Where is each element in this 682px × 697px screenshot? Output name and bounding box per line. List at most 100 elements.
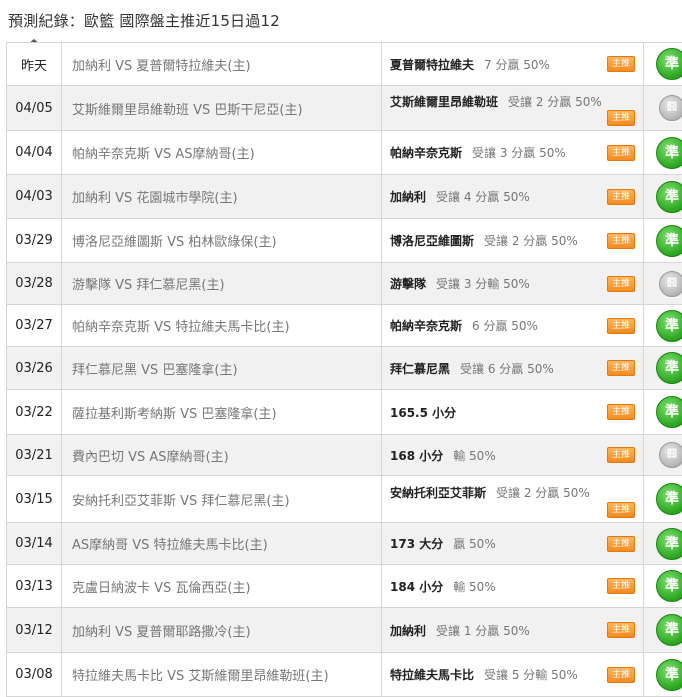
pick-line: 安納托利亞艾菲斯受讓 2 分贏 50% [390, 484, 643, 501]
result-win-icon: 準 [656, 614, 682, 646]
table-row[interactable]: 04/03加納利 VS 花園城市學院(主)加納利受讓 4 分贏 50%主推準 [7, 175, 682, 219]
row-pick: 加納利受讓 1 分贏 50%主推 [382, 608, 644, 653]
main-pick-badge: 主推 [607, 276, 635, 292]
table-row[interactable]: 03/28游擊隊 VS 拜仁慕尼黑(主)游擊隊受讓 3 分輸 50%主推囧 [7, 263, 682, 305]
pick-line: 165.5 小分 [390, 404, 643, 421]
row-date: 03/22 [7, 390, 62, 435]
pick-team: 184 小分 [390, 578, 443, 595]
result-win-icon: 準 [656, 181, 682, 213]
pick-team: 加納利 [390, 188, 426, 205]
result-lose-icon: 囧 [659, 95, 682, 121]
row-date: 04/03 [7, 175, 62, 219]
row-match[interactable]: 安納托利亞艾菲斯 VS 拜仁慕尼黑(主) [62, 476, 382, 523]
row-result: 準 [644, 175, 682, 219]
row-result: 囧 [644, 86, 682, 131]
row-date: 03/27 [7, 305, 62, 347]
pick-detail: 贏 50% [453, 535, 496, 552]
pick-line: 特拉維夫馬卡比受讓 5 分輸 50% [390, 666, 643, 683]
pick-team: 帕納辛奈克斯 [390, 144, 462, 161]
table-row[interactable]: 03/21費內巴切 VS AS摩納哥(主)168 小分輸 50%主推囧 [7, 435, 682, 476]
pick-detail: 輸 50% [453, 447, 496, 464]
table-row[interactable]: 03/22薩拉基利斯考納斯 VS 巴塞隆拿(主)165.5 小分主推準 [7, 390, 682, 435]
row-pick: 安納托利亞艾菲斯受讓 2 分贏 50%主推 [382, 476, 644, 523]
main-pick-badge: 主推 [607, 360, 635, 376]
table-row[interactable]: 03/08特拉維夫馬卡比 VS 艾斯維爾里昂維勒班(主)特拉維夫馬卡比受讓 5 … [7, 653, 682, 697]
row-date: 03/12 [7, 608, 62, 653]
table-row[interactable]: 03/12加納利 VS 夏普爾耶路撒冷(主)加納利受讓 1 分贏 50%主推準 [7, 608, 682, 653]
main-pick-badge: 主推 [607, 404, 635, 420]
row-date: 04/05 [7, 86, 62, 131]
main-pick-badge: 主推 [607, 189, 635, 205]
pick-team: 特拉維夫馬卡比 [390, 666, 474, 683]
row-match[interactable]: 加納利 VS 花園城市學院(主) [62, 175, 382, 219]
row-pick: 帕納辛奈克斯6 分贏 50%主推 [382, 305, 644, 347]
row-pick: 165.5 小分主推 [382, 390, 644, 435]
table-row[interactable]: 昨天加納利 VS 夏普爾特拉維夫(主)夏普爾特拉維夫7 分贏 50%主推準 [7, 43, 682, 86]
row-result: 準 [644, 653, 682, 697]
row-match[interactable]: 游擊隊 VS 拜仁慕尼黑(主) [62, 263, 382, 305]
pick-team: 安納托利亞艾菲斯 [390, 484, 486, 501]
pick-team: 艾斯維爾里昂維勒班 [390, 93, 498, 110]
pick-line: 168 小分輸 50% [390, 447, 643, 464]
row-date: 03/13 [7, 565, 62, 608]
row-pick: 拜仁慕尼黑受讓 6 分贏 50%主推 [382, 347, 644, 390]
pick-detail: 受讓 1 分贏 50% [436, 622, 530, 639]
row-result: 準 [644, 131, 682, 175]
main-pick-badge: 主推 [607, 318, 635, 334]
row-date: 昨天 [7, 43, 62, 86]
result-win-icon: 準 [656, 659, 682, 691]
row-match[interactable]: 帕納辛奈克斯 VS 特拉維夫馬卡比(主) [62, 305, 382, 347]
row-match[interactable]: 特拉維夫馬卡比 VS 艾斯維爾里昂維勒班(主) [62, 653, 382, 697]
table-row[interactable]: 03/13克盧日納波卡 VS 瓦倫西亞(主)184 小分輸 50%主推準 [7, 565, 682, 608]
prediction-table: 昨天加納利 VS 夏普爾特拉維夫(主)夏普爾特拉維夫7 分贏 50%主推準04/… [6, 42, 682, 697]
row-pick: 帕納辛奈克斯受讓 3 分贏 50%主推 [382, 131, 644, 175]
row-date: 03/15 [7, 476, 62, 523]
row-result: 準 [644, 565, 682, 608]
row-match[interactable]: 拜仁慕尼黑 VS 巴塞隆拿(主) [62, 347, 382, 390]
result-win-icon: 準 [656, 310, 682, 342]
table-row[interactable]: 04/05艾斯維爾里昂維勒班 VS 巴斯干尼亞(主)艾斯維爾里昂維勒班受讓 2 … [7, 86, 682, 131]
table-row[interactable]: 03/15安納托利亞艾菲斯 VS 拜仁慕尼黑(主)安納托利亞艾菲斯受讓 2 分贏… [7, 476, 682, 523]
result-win-icon: 準 [656, 352, 682, 384]
result-win-icon: 準 [656, 570, 682, 602]
table-row[interactable]: 04/04帕納辛奈克斯 VS AS摩納哥(主)帕納辛奈克斯受讓 3 分贏 50%… [7, 131, 682, 175]
table-row[interactable]: 03/29博洛尼亞維圖斯 VS 柏林歐綠保(主)博洛尼亞維圖斯受讓 2 分贏 5… [7, 219, 682, 263]
pick-line: 加納利受讓 4 分贏 50% [390, 188, 643, 205]
pick-line: 帕納辛奈克斯受讓 3 分贏 50% [390, 144, 643, 161]
result-win-icon: 準 [656, 48, 682, 80]
main-pick-badge: 主推 [607, 145, 635, 161]
pick-detail: 受讓 2 分贏 50% [484, 232, 578, 249]
row-match[interactable]: AS摩納哥 VS 特拉維夫馬卡比(主) [62, 523, 382, 565]
result-win-icon: 準 [656, 225, 682, 257]
row-match[interactable]: 加納利 VS 夏普爾耶路撒冷(主) [62, 608, 382, 653]
row-result: 準 [644, 347, 682, 390]
row-pick: 特拉維夫馬卡比受讓 5 分輸 50%主推 [382, 653, 644, 697]
row-match[interactable]: 克盧日納波卡 VS 瓦倫西亞(主) [62, 565, 382, 608]
row-match[interactable]: 艾斯維爾里昂維勒班 VS 巴斯干尼亞(主) [62, 86, 382, 131]
pick-team: 博洛尼亞維圖斯 [390, 232, 474, 249]
row-match[interactable]: 帕納辛奈克斯 VS AS摩納哥(主) [62, 131, 382, 175]
result-win-icon: 準 [656, 137, 682, 169]
pick-detail: 輸 50% [453, 578, 496, 595]
row-match[interactable]: 費內巴切 VS AS摩納哥(主) [62, 435, 382, 476]
table-row[interactable]: 03/26拜仁慕尼黑 VS 巴塞隆拿(主)拜仁慕尼黑受讓 6 分贏 50%主推準 [7, 347, 682, 390]
row-pick: 184 小分輸 50%主推 [382, 565, 644, 608]
result-win-icon: 準 [656, 483, 682, 515]
pick-team: 拜仁慕尼黑 [390, 360, 450, 377]
row-match[interactable]: 博洛尼亞維圖斯 VS 柏林歐綠保(主) [62, 219, 382, 263]
pick-detail: 受讓 3 分輸 50% [436, 275, 530, 292]
row-date: 03/14 [7, 523, 62, 565]
row-pick: 博洛尼亞維圖斯受讓 2 分贏 50%主推 [382, 219, 644, 263]
row-match[interactable]: 薩拉基利斯考納斯 VS 巴塞隆拿(主) [62, 390, 382, 435]
prediction-record-panel: 預測紀錄：歐籃 國際盤主推近15日過12 昨天加納利 VS 夏普爾特拉維夫(主)… [0, 0, 682, 696]
main-pick-badge: 主推 [607, 56, 635, 72]
main-pick-badge: 主推 [607, 667, 635, 683]
pick-detail: 受讓 3 分贏 50% [472, 144, 566, 161]
table-row[interactable]: 03/14AS摩納哥 VS 特拉維夫馬卡比(主)173 大分贏 50%主推準 [7, 523, 682, 565]
main-pick-badge: 主推 [607, 536, 635, 552]
pick-line: 博洛尼亞維圖斯受讓 2 分贏 50% [390, 232, 643, 249]
table-row[interactable]: 03/27帕納辛奈克斯 VS 特拉維夫馬卡比(主)帕納辛奈克斯6 分贏 50%主… [7, 305, 682, 347]
row-pick: 加納利受讓 4 分贏 50%主推 [382, 175, 644, 219]
pick-line: 184 小分輸 50% [390, 578, 643, 595]
row-match[interactable]: 加納利 VS 夏普爾特拉維夫(主) [62, 43, 382, 86]
